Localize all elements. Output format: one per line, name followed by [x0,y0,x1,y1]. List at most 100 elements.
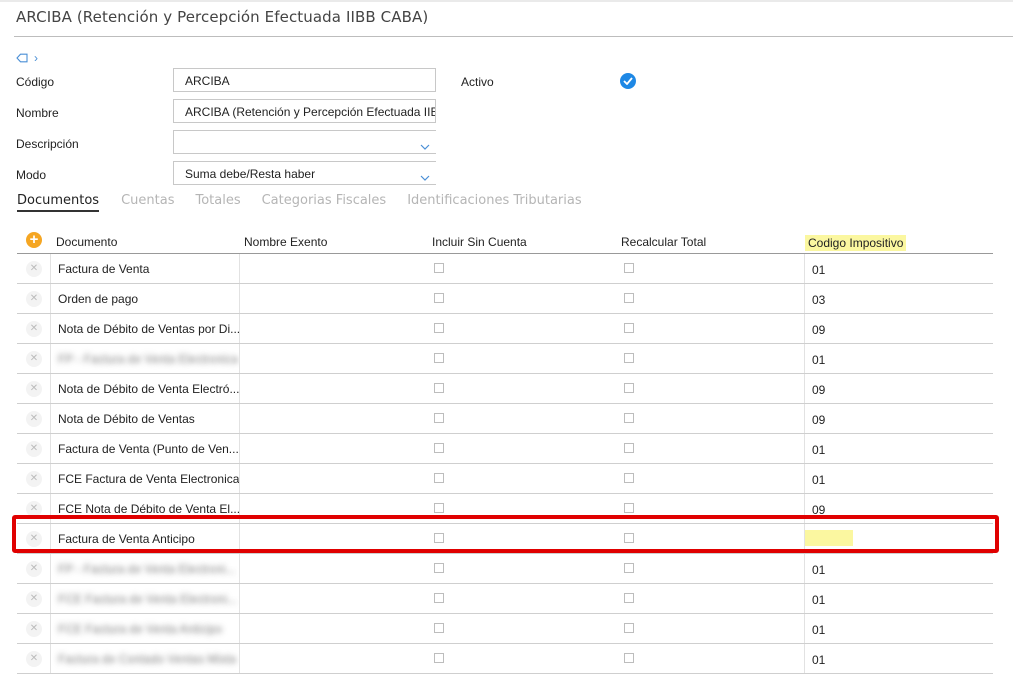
codigo-impositivo-cell[interactable]: 01 [804,434,993,463]
codigo-impositivo-cell[interactable]: 01 [804,464,993,493]
table-row[interactable]: ✕ FP - Factura de Venta Electroni... 01 [17,554,993,584]
incluir-sin-cuenta-checkbox[interactable] [434,563,444,573]
table-row[interactable]: ✕ Factura de Venta 01 [17,254,993,284]
incluir-sin-cuenta-checkbox[interactable] [434,653,444,663]
recalcular-total-checkbox[interactable] [624,503,634,513]
codigo-impositivo-cell[interactable] [804,524,993,553]
delete-row-icon[interactable]: ✕ [26,291,42,307]
incluir-sin-cuenta-checkbox[interactable] [434,473,444,483]
table-row[interactable]: ✕ FCE Factura de Venta Electroni... 01 [17,584,993,614]
table-row[interactable]: ✕ FP - Factura de Venta Electronica 01 [17,344,993,374]
activo-checkbox[interactable] [620,73,636,89]
recalcular-total-checkbox[interactable] [624,623,634,633]
recalcular-total-checkbox[interactable] [624,563,634,573]
column-codigo-impositivo[interactable]: Codigo Impositivo [805,235,907,251]
delete-row-icon[interactable]: ✕ [26,621,42,637]
table-row[interactable]: ✕ Factura de Venta Anticipo [17,524,993,554]
tab-totales[interactable]: Totales [195,193,240,212]
delete-row-icon[interactable]: ✕ [26,411,42,427]
delete-row-icon[interactable]: ✕ [26,351,42,367]
codigo-field[interactable]: ARCIBA [173,68,436,92]
recalcular-total-checkbox[interactable] [624,293,634,303]
documento-cell[interactable]: FCE Factura de Venta Anticipo [50,614,240,643]
recalcular-total-checkbox[interactable] [624,323,634,333]
codigo-impositivo-cell[interactable]: 09 [804,314,993,343]
tab-categorias-fiscales[interactable]: Categorias Fiscales [262,193,387,212]
delete-row-icon[interactable]: ✕ [26,471,42,487]
documento-cell[interactable]: Factura de Venta [50,254,240,283]
delete-row-icon[interactable]: ✕ [26,591,42,607]
tag-icon[interactable] [16,53,28,63]
incluir-sin-cuenta-checkbox[interactable] [434,593,444,603]
incluir-sin-cuenta-checkbox[interactable] [434,623,444,633]
incluir-sin-cuenta-checkbox[interactable] [434,353,444,363]
recalcular-total-checkbox[interactable] [624,383,634,393]
codigo-impositivo-cell[interactable]: 03 [804,284,993,313]
tab-documentos[interactable]: Documentos [17,193,100,212]
delete-row-icon[interactable]: ✕ [26,531,42,547]
add-row-button[interactable]: + [26,232,42,248]
incluir-sin-cuenta-checkbox[interactable] [434,503,444,513]
codigo-impositivo-cell[interactable]: 09 [804,404,993,433]
recalcular-total-checkbox[interactable] [624,443,634,453]
delete-row-icon[interactable]: ✕ [26,381,42,397]
documento-cell[interactable]: Nota de Débito de Venta Electró... [50,374,240,403]
documento-cell[interactable]: FCE Factura de Venta Electroni... [50,584,240,613]
tab-cuentas[interactable]: Cuentas [121,193,174,212]
delete-row-icon[interactable]: ✕ [26,501,42,517]
documento-cell[interactable]: FCE Factura de Venta Electronica [50,464,240,493]
table-row[interactable]: ✕ Factura de Contado Ventas Mixta 01 [17,644,993,674]
table-row[interactable]: ✕ Nota de Débito de Venta Electró... 09 [17,374,993,404]
chevron-down-icon[interactable] [420,139,430,153]
breadcrumb-chevron-icon[interactable]: › [34,51,38,65]
tab-identificaciones-tributarias[interactable]: Identificaciones Tributarias [407,193,581,212]
documento-cell[interactable]: Factura de Venta Anticipo [50,524,240,553]
column-recalcular-total[interactable]: Recalcular Total [621,235,706,249]
documento-cell[interactable]: Factura de Contado Ventas Mixta [50,644,240,673]
incluir-sin-cuenta-checkbox[interactable] [434,533,444,543]
codigo-impositivo-cell[interactable]: 01 [804,344,993,373]
codigo-impositivo-cell[interactable]: 01 [804,554,993,583]
table-row[interactable]: ✕ FCE Nota de Débito de Venta El... 09 [17,494,993,524]
table-row[interactable]: ✕ Orden de pago 03 [17,284,993,314]
documento-cell[interactable]: Nota de Débito de Ventas por Di... [50,314,240,343]
table-row[interactable]: ✕ Nota de Débito de Ventas 09 [17,404,993,434]
table-row[interactable]: ✕ Factura de Venta (Punto de Ven... 01 [17,434,993,464]
recalcular-total-checkbox[interactable] [624,533,634,543]
codigo-impositivo-cell[interactable]: 01 [804,584,993,613]
delete-row-icon[interactable]: ✕ [26,261,42,277]
codigo-impositivo-cell[interactable]: 01 [804,644,993,673]
incluir-sin-cuenta-checkbox[interactable] [434,413,444,423]
documento-cell[interactable]: Factura de Venta (Punto de Ven... [50,434,240,463]
column-nombre-exento[interactable]: Nombre Exento [244,235,327,249]
table-row[interactable]: ✕ FCE Factura de Venta Anticipo 01 [17,614,993,644]
documento-cell[interactable]: Nota de Débito de Ventas [50,404,240,433]
codigo-impositivo-cell[interactable]: 01 [804,614,993,643]
codigo-impositivo-cell[interactable]: 09 [804,374,993,403]
table-row[interactable]: ✕ FCE Factura de Venta Electronica 01 [17,464,993,494]
delete-row-icon[interactable]: ✕ [26,441,42,457]
column-incluir-sin-cuenta[interactable]: Incluir Sin Cuenta [432,235,527,249]
incluir-sin-cuenta-checkbox[interactable] [434,443,444,453]
documento-cell[interactable]: FP - Factura de Venta Electronica [50,344,240,373]
incluir-sin-cuenta-checkbox[interactable] [434,293,444,303]
codigo-impositivo-cell[interactable]: 01 [804,254,993,283]
table-row[interactable]: ✕ Nota de Débito de Ventas por Di... 09 [17,314,993,344]
delete-row-icon[interactable]: ✕ [26,561,42,577]
incluir-sin-cuenta-checkbox[interactable] [434,383,444,393]
delete-row-icon[interactable]: ✕ [26,651,42,667]
chevron-down-icon[interactable] [420,170,430,184]
descripcion-select[interactable] [173,130,436,154]
recalcular-total-checkbox[interactable] [624,653,634,663]
recalcular-total-checkbox[interactable] [624,593,634,603]
documento-cell[interactable]: FP - Factura de Venta Electroni... [50,554,240,583]
documento-cell[interactable]: FCE Nota de Débito de Venta El... [50,494,240,523]
modo-select[interactable]: Suma debe/Resta haber [173,161,436,185]
breadcrumb[interactable]: › [16,51,38,65]
delete-row-icon[interactable]: ✕ [26,321,42,337]
codigo-impositivo-cell[interactable]: 09 [804,494,993,523]
nombre-field[interactable]: ARCIBA (Retención y Percepción Efectuada… [173,99,436,123]
incluir-sin-cuenta-checkbox[interactable] [434,323,444,333]
incluir-sin-cuenta-checkbox[interactable] [434,263,444,273]
documento-cell[interactable]: Orden de pago [50,284,240,313]
